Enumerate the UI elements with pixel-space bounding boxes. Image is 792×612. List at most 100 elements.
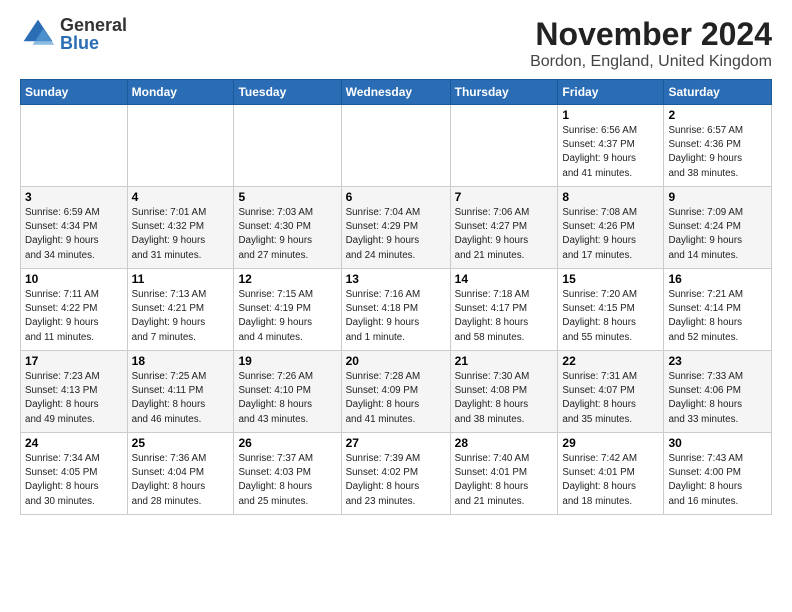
day-number: 2 [668, 108, 767, 122]
day-cell: 10 Sunrise: 7:11 AMSunset: 4:22 PMDayligh… [21, 269, 128, 351]
day-number: 10 [25, 272, 123, 286]
header-day-wednesday: Wednesday [341, 80, 450, 105]
day-cell: 8 Sunrise: 7:08 AMSunset: 4:26 PMDaylight… [558, 187, 664, 269]
day-number: 27 [346, 436, 446, 450]
day-number: 4 [132, 190, 230, 204]
day-cell: 4 Sunrise: 7:01 AMSunset: 4:32 PMDaylight… [127, 187, 234, 269]
logo-text: General Blue [60, 16, 127, 52]
day-number: 19 [238, 354, 336, 368]
day-number: 9 [668, 190, 767, 204]
day-cell: 21 Sunrise: 7:30 AMSunset: 4:08 PMDayligh… [450, 351, 558, 433]
day-cell: 22 Sunrise: 7:31 AMSunset: 4:07 PMDayligh… [558, 351, 664, 433]
logo-general-text: General [60, 16, 127, 34]
logo-icon [20, 16, 56, 52]
week-row-1: 3Sunrise: 6:59 AMSunset: 4:34 PMDaylight… [21, 187, 772, 269]
calendar-table: SundayMondayTuesdayWednesdayThursdayFrid… [20, 79, 772, 515]
day-info: Sunrise: 6:56 AMSunset: 4:37 PMDaylight:… [562, 124, 659, 181]
day-cell: 3Sunrise: 6:59 AMSunset: 4:34 PMDaylight… [21, 187, 128, 269]
day-number: 15 [562, 272, 659, 286]
day-info: Sunrise: 7:39 AMSunset: 4:02 PMDaylight:… [346, 452, 446, 509]
day-number: 21 [455, 354, 554, 368]
day-info: Sunrise: 7:28 AMSunset: 4:09 PMDaylight:… [346, 370, 446, 427]
day-cell [450, 105, 558, 187]
day-info: Sunrise: 7:18 AMSunset: 4:17 PMDaylight:… [455, 288, 554, 345]
day-number: 28 [455, 436, 554, 450]
header-day-saturday: Saturday [664, 80, 772, 105]
day-number: 29 [562, 436, 659, 450]
day-cell: 29 Sunrise: 7:42 AMSunset: 4:01 PMDayligh… [558, 433, 664, 515]
header-day-monday: Monday [127, 80, 234, 105]
day-cell: 25 Sunrise: 7:36 AMSunset: 4:04 PMDayligh… [127, 433, 234, 515]
day-number: 13 [346, 272, 446, 286]
day-number: 14 [455, 272, 554, 286]
day-number: 11 [132, 272, 230, 286]
day-number: 16 [668, 272, 767, 286]
main-title: November 2024 [530, 16, 772, 53]
week-row-4: 24 Sunrise: 7:34 AMSunset: 4:05 PMDayligh… [21, 433, 772, 515]
header-day-thursday: Thursday [450, 80, 558, 105]
day-number: 7 [455, 190, 554, 204]
calendar-body: 1 Sunrise: 6:56 AMSunset: 4:37 PMDaylight… [21, 105, 772, 515]
day-cell: 6Sunrise: 7:04 AMSunset: 4:29 PMDaylight… [341, 187, 450, 269]
day-cell: 30Sunrise: 7:43 AMSunset: 4:00 PMDayligh… [664, 433, 772, 515]
subtitle: Bordon, England, United Kingdom [530, 53, 772, 71]
day-info: Sunrise: 7:37 AMSunset: 4:03 PMDaylight:… [238, 452, 336, 509]
logo-blue-text: Blue [60, 34, 127, 52]
day-info: Sunrise: 7:20 AMSunset: 4:15 PMDaylight:… [562, 288, 659, 345]
day-info: Sunrise: 7:03 AMSunset: 4:30 PMDaylight:… [238, 206, 336, 263]
day-info: Sunrise: 7:13 AMSunset: 4:21 PMDaylight:… [132, 288, 230, 345]
day-info: Sunrise: 7:06 AMSunset: 4:27 PMDaylight:… [455, 206, 554, 263]
day-number: 22 [562, 354, 659, 368]
day-info: Sunrise: 7:01 AMSunset: 4:32 PMDaylight:… [132, 206, 230, 263]
day-info: Sunrise: 7:25 AMSunset: 4:11 PMDaylight:… [132, 370, 230, 427]
day-number: 18 [132, 354, 230, 368]
day-cell: 9Sunrise: 7:09 AMSunset: 4:24 PMDaylight… [664, 187, 772, 269]
header: General Blue November 2024 Bordon, Engla… [20, 16, 772, 71]
day-number: 17 [25, 354, 123, 368]
day-info: Sunrise: 7:34 AMSunset: 4:05 PMDaylight:… [25, 452, 123, 509]
day-cell [234, 105, 341, 187]
day-cell: 13 Sunrise: 7:16 AMSunset: 4:18 PMDayligh… [341, 269, 450, 351]
day-cell: 12 Sunrise: 7:15 AMSunset: 4:19 PMDayligh… [234, 269, 341, 351]
title-block: November 2024 Bordon, England, United Ki… [530, 16, 772, 71]
day-cell: 18 Sunrise: 7:25 AMSunset: 4:11 PMDayligh… [127, 351, 234, 433]
day-number: 12 [238, 272, 336, 286]
day-cell: 23 Sunrise: 7:33 AMSunset: 4:06 PMDayligh… [664, 351, 772, 433]
day-number: 26 [238, 436, 336, 450]
day-info: Sunrise: 7:33 AMSunset: 4:06 PMDaylight:… [668, 370, 767, 427]
week-row-2: 10 Sunrise: 7:11 AMSunset: 4:22 PMDayligh… [21, 269, 772, 351]
logo: General Blue [20, 16, 127, 52]
day-info: Sunrise: 7:15 AMSunset: 4:19 PMDaylight:… [238, 288, 336, 345]
day-info: Sunrise: 6:57 AMSunset: 4:36 PMDaylight:… [668, 124, 767, 181]
day-cell: 28 Sunrise: 7:40 AMSunset: 4:01 PMDayligh… [450, 433, 558, 515]
day-cell: 5Sunrise: 7:03 AMSunset: 4:30 PMDaylight… [234, 187, 341, 269]
day-cell: 17 Sunrise: 7:23 AMSunset: 4:13 PMDayligh… [21, 351, 128, 433]
day-cell: 15 Sunrise: 7:20 AMSunset: 4:15 PMDayligh… [558, 269, 664, 351]
header-day-tuesday: Tuesday [234, 80, 341, 105]
day-cell: 27 Sunrise: 7:39 AMSunset: 4:02 PMDayligh… [341, 433, 450, 515]
day-cell: 2 Sunrise: 6:57 AMSunset: 4:36 PMDaylight… [664, 105, 772, 187]
day-cell: 1 Sunrise: 6:56 AMSunset: 4:37 PMDaylight… [558, 105, 664, 187]
header-day-friday: Friday [558, 80, 664, 105]
day-info: Sunrise: 7:23 AMSunset: 4:13 PMDaylight:… [25, 370, 123, 427]
day-number: 24 [25, 436, 123, 450]
day-cell: 20Sunrise: 7:28 AMSunset: 4:09 PMDayligh… [341, 351, 450, 433]
day-cell [21, 105, 128, 187]
header-day-sunday: Sunday [21, 80, 128, 105]
day-info: Sunrise: 7:40 AMSunset: 4:01 PMDaylight:… [455, 452, 554, 509]
day-info: Sunrise: 7:16 AMSunset: 4:18 PMDaylight:… [346, 288, 446, 345]
day-number: 8 [562, 190, 659, 204]
day-number: 3 [25, 190, 123, 204]
day-info: Sunrise: 7:30 AMSunset: 4:08 PMDaylight:… [455, 370, 554, 427]
day-info: Sunrise: 7:36 AMSunset: 4:04 PMDaylight:… [132, 452, 230, 509]
day-info: Sunrise: 7:11 AMSunset: 4:22 PMDaylight:… [25, 288, 123, 345]
day-info: Sunrise: 7:21 AMSunset: 4:14 PMDaylight:… [668, 288, 767, 345]
day-info: Sunrise: 7:31 AMSunset: 4:07 PMDaylight:… [562, 370, 659, 427]
day-number: 23 [668, 354, 767, 368]
day-number: 25 [132, 436, 230, 450]
day-info: Sunrise: 7:43 AMSunset: 4:00 PMDaylight:… [668, 452, 767, 509]
day-cell: 7 Sunrise: 7:06 AMSunset: 4:27 PMDaylight… [450, 187, 558, 269]
day-info: Sunrise: 7:08 AMSunset: 4:26 PMDaylight:… [562, 206, 659, 263]
day-number: 1 [562, 108, 659, 122]
day-info: Sunrise: 7:42 AMSunset: 4:01 PMDaylight:… [562, 452, 659, 509]
